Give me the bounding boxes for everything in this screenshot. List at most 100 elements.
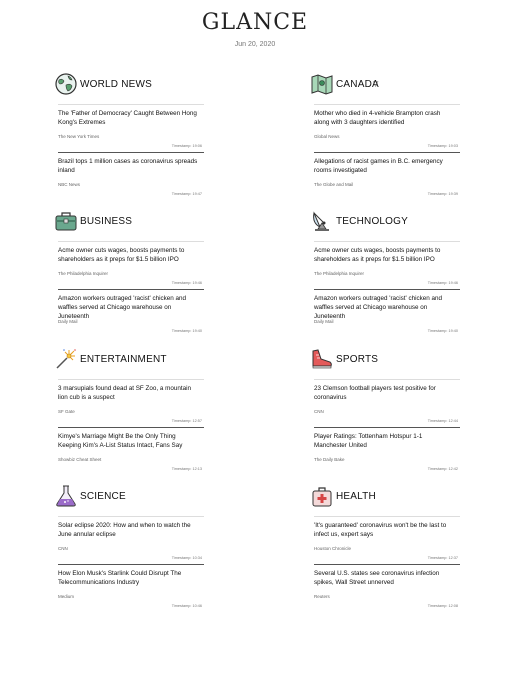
divider xyxy=(58,241,204,242)
source-label: Houston Chronicle xyxy=(314,546,352,551)
news-item[interactable]: Acme owner cuts wages, boosts payments t… xyxy=(58,243,204,290)
timestamp: Timestamp: 19:40 xyxy=(427,329,458,333)
timestamp: Timestamp: 12:37 xyxy=(427,556,458,560)
news-feed[interactable]: 'It's guaranteed' coronavirus won't be t… xyxy=(314,518,460,612)
section-header: TECHNOLOGY xyxy=(310,209,510,233)
news-item[interactable]: Amazon workers outraged 'racist' chicken… xyxy=(58,291,204,337)
headline-link[interactable]: Acme owner cuts wages, boosts payments t… xyxy=(58,246,200,264)
section-entertainment: ENTERTAINMENT 3 marsupials found dead at… xyxy=(54,347,260,473)
divider xyxy=(314,241,460,242)
source-label: The Daily Bake xyxy=(314,457,345,462)
section-header: CANADA ▽ xyxy=(310,72,510,96)
section-title: WORLD NEWS xyxy=(80,79,152,90)
news-item[interactable]: 'It's guaranteed' coronavirus won't be t… xyxy=(314,518,460,565)
headline-link[interactable]: Player Ratings: Tottenham Hotspur 1-1 Ma… xyxy=(314,432,456,450)
section-health: HEALTH 'It's guaranteed' coronavirus won… xyxy=(310,484,510,610)
headline-link[interactable]: Amazon workers outraged 'racist' chicken… xyxy=(314,294,456,321)
news-item[interactable]: How Elon Musk's Starlink Could Disrupt T… xyxy=(58,566,204,612)
headline-link[interactable]: How Elon Musk's Starlink Could Disrupt T… xyxy=(58,569,200,587)
timestamp: Timestamp: 10:34 xyxy=(171,556,202,560)
news-item[interactable]: Allegations of racist games in B.C. emer… xyxy=(314,154,460,200)
headline-link[interactable]: The 'Father of Democracy' Caught Between… xyxy=(58,109,200,127)
headline-link[interactable]: 23 Clemson football players test positiv… xyxy=(314,384,456,402)
news-feed[interactable]: Mother who died in 4-vehicle Brampton cr… xyxy=(314,106,460,200)
sparkler-icon xyxy=(56,349,76,369)
section-header: SPORTS xyxy=(310,347,510,371)
headline-link[interactable]: 3 marsupials found dead at SF Zoo, a mou… xyxy=(58,384,200,402)
section-title: ENTERTAINMENT xyxy=(80,354,167,365)
headline-link[interactable]: Mother who died in 4-vehicle Brampton cr… xyxy=(314,109,456,127)
timestamp: Timestamp: 10:46 xyxy=(171,604,202,608)
timestamp: Timestamp: 12:08 xyxy=(427,604,458,608)
news-feed[interactable]: 3 marsupials found dead at SF Zoo, a mou… xyxy=(58,381,204,475)
current-date: Jun 20, 2020 xyxy=(234,41,276,48)
news-feed[interactable]: The 'Father of Democracy' Caught Between… xyxy=(58,106,204,200)
news-item[interactable]: Acme owner cuts wages, boosts payments t… xyxy=(314,243,460,290)
source-label: The Philadelphia Inquirer xyxy=(58,271,109,276)
news-item[interactable]: 3 marsupials found dead at SF Zoo, a mou… xyxy=(58,381,204,428)
headline-link[interactable]: Acme owner cuts wages, boosts payments t… xyxy=(314,246,456,264)
timestamp: Timestamp: 12:44 xyxy=(427,419,458,423)
divider xyxy=(314,516,460,517)
news-item[interactable]: 23 Clemson football players test positiv… xyxy=(314,381,460,428)
medical-bag-icon xyxy=(312,487,332,507)
timestamp: Timestamp: 19:46 xyxy=(427,281,458,285)
divider xyxy=(58,379,204,380)
section-header: HEALTH xyxy=(310,484,510,508)
headline-link[interactable]: Several U.S. states see coronavirus infe… xyxy=(314,569,456,587)
news-item[interactable]: Player Ratings: Tottenham Hotspur 1-1 Ma… xyxy=(314,429,460,475)
dropdown-chevron-icon[interactable]: ▽ xyxy=(373,80,378,88)
source-label: CNN xyxy=(314,409,324,414)
section-title: SPORTS xyxy=(336,354,379,365)
section-canada: CANADA ▽ Mother who died in 4-vehicle Br… xyxy=(310,72,510,198)
news-feed[interactable]: Acme owner cuts wages, boosts payments t… xyxy=(314,243,460,337)
headline-link[interactable]: Kimye's Marriage Might Be the Only Thing… xyxy=(58,432,200,450)
timestamp: Timestamp: 19:03 xyxy=(427,144,458,148)
news-feed[interactable]: Acme owner cuts wages, boosts payments t… xyxy=(58,243,204,337)
section-header: SCIENCE xyxy=(54,484,260,508)
timestamp: Timestamp: 19:47 xyxy=(171,192,202,196)
divider xyxy=(58,104,204,105)
source-label: Showbiz Cheat Sheet xyxy=(58,457,102,462)
news-item[interactable]: Solar eclipse 2020: How and when to watc… xyxy=(58,518,204,565)
section-science: SCIENCE Solar eclipse 2020: How and when… xyxy=(54,484,260,610)
source-label: The Philadelphia Inquirer xyxy=(314,271,365,276)
source-label: Medium xyxy=(58,594,75,599)
divider xyxy=(314,104,460,105)
flask-icon xyxy=(56,485,76,507)
news-item[interactable]: Kimye's Marriage Might Be the Only Thing… xyxy=(58,429,204,475)
source-label: NBC News xyxy=(58,182,81,187)
headline-link[interactable]: Solar eclipse 2020: How and when to watc… xyxy=(58,521,200,539)
section-world-news: WORLD NEWS The 'Father of Democracy' Cau… xyxy=(54,72,260,198)
news-feed[interactable]: Solar eclipse 2020: How and when to watc… xyxy=(58,518,204,612)
section-business: BUSINESS Acme owner cuts wages, boosts p… xyxy=(54,209,260,335)
news-item[interactable]: Amazon workers outraged 'racist' chicken… xyxy=(314,291,460,337)
timestamp: Timestamp: 12:57 xyxy=(171,419,202,423)
section-title: HEALTH xyxy=(336,491,376,502)
source-label: The Globe and Mail xyxy=(314,182,354,187)
section-technology: TECHNOLOGY Acme owner cuts wages, boosts… xyxy=(310,209,510,335)
timestamp: Timestamp: 19:40 xyxy=(171,329,202,333)
divider xyxy=(58,516,204,517)
divider xyxy=(314,379,460,380)
headline-link[interactable]: Brazil tops 1 million cases as coronavir… xyxy=(58,157,200,175)
news-item[interactable]: Several U.S. states see coronavirus infe… xyxy=(314,566,460,612)
section-header: ENTERTAINMENT xyxy=(54,347,260,371)
source-label: Reuters xyxy=(314,594,330,599)
globe-icon xyxy=(55,73,77,95)
timestamp: Timestamp: 19:46 xyxy=(171,281,202,285)
source-label: Daily Mail xyxy=(58,319,78,324)
section-title: BUSINESS xyxy=(80,216,133,227)
timestamp: Timestamp: 12:42 xyxy=(427,467,458,471)
news-item[interactable]: The 'Father of Democracy' Caught Between… xyxy=(58,106,204,153)
source-label: CNN xyxy=(58,546,68,551)
news-feed[interactable]: 23 Clemson football players test positiv… xyxy=(314,381,460,475)
news-item[interactable]: Brazil tops 1 million cases as coronavir… xyxy=(58,154,204,200)
source-label: The New York Times xyxy=(58,134,100,139)
news-item[interactable]: Mother who died in 4-vehicle Brampton cr… xyxy=(314,106,460,153)
headline-link[interactable]: Amazon workers outraged 'racist' chicken… xyxy=(58,294,200,321)
headline-link[interactable]: Allegations of racist games in B.C. emer… xyxy=(314,157,456,175)
headline-link[interactable]: 'It's guaranteed' coronavirus won't be t… xyxy=(314,521,456,539)
timestamp: Timestamp: 12:13 xyxy=(171,467,202,471)
app-title: GLANCE xyxy=(201,10,309,35)
